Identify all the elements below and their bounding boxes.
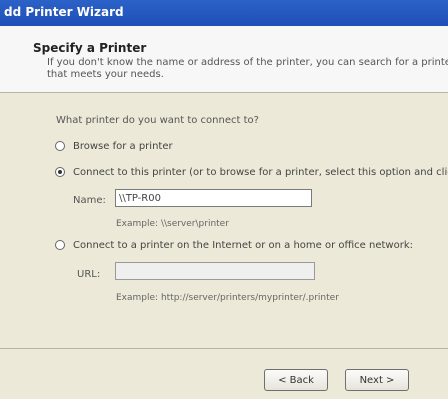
browse-option-label: Browse for a printer [73,140,173,152]
name-label: Name: [73,195,106,206]
url-example: Example: http://server/printers/myprinte… [116,293,339,303]
printer-url-input[interactable] [115,262,315,280]
connect-question: What printer do you want to connect to? [56,115,259,126]
printer-name-input[interactable]: \\TP-R00 [115,189,312,207]
connect-option-label: Connect to this printer (or to browse fo… [73,166,448,178]
name-example: Example: \\server\printer [116,219,229,229]
internet-printer-option[interactable]: Connect to a printer on the Internet or … [55,238,413,252]
next-button-label: Next > [359,374,395,386]
radio-internet[interactable] [55,240,65,250]
internet-option-label: Connect to a printer on the Internet or … [73,239,413,251]
window-title: dd Printer Wizard [4,5,124,19]
add-printer-wizard-window: dd Printer Wizard Specify a Printer If y… [0,0,448,399]
wizard-content: What printer do you want to connect to? … [0,93,448,348]
description-line-1: If you don't know the name or address of… [47,57,448,68]
footer-divider [0,348,448,349]
wizard-header: Specify a Printer If you don't know the … [0,26,448,93]
title-bar[interactable]: dd Printer Wizard [0,0,448,26]
back-button-label: < Back [278,374,314,386]
browse-printer-option[interactable]: Browse for a printer [55,139,173,153]
radio-connect[interactable] [55,167,65,177]
radio-browse[interactable] [55,141,65,151]
back-button[interactable]: < Back [264,369,328,391]
url-label: URL: [77,269,101,280]
description-line-2: that meets your needs. [47,69,164,80]
connect-printer-option[interactable]: Connect to this printer (or to browse fo… [55,165,448,179]
next-button[interactable]: Next > [345,369,409,391]
page-description: If you don't know the name or address of… [47,57,448,81]
page-title: Specify a Printer [33,41,147,55]
